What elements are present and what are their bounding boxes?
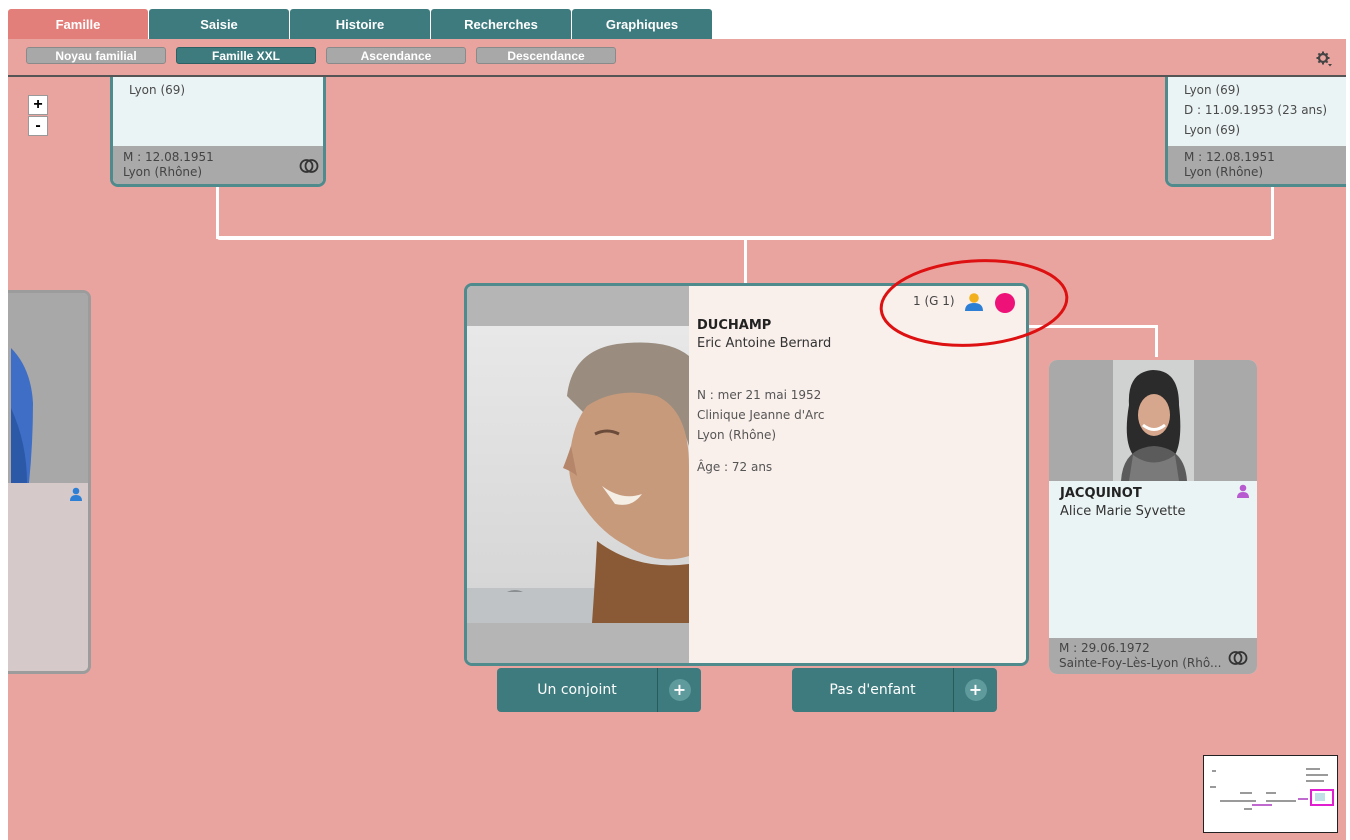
main-person-birth: N : mer 21 mai 1952 (697, 388, 822, 402)
main-person-birth-place-2: Lyon (Rhône) (697, 428, 777, 442)
father-marriage-place: Lyon (Rhône) (123, 165, 203, 179)
mother-marriage-place: Lyon (Rhône) (1184, 165, 1264, 179)
connector-line (216, 185, 219, 239)
father-card[interactable]: Lyon (69) M : 12.08.1951 Lyon (Rhône) (110, 77, 326, 187)
zoom-out-button[interactable]: - (28, 116, 48, 136)
mother-marriage-footer: M : 12.08.1951 Lyon (Rhône) (1168, 146, 1346, 184)
sub-tab-bar: Noyau familial Famille XXL Ascendance De… (8, 39, 1346, 77)
subtab-famille-xxl[interactable]: Famille XXL (176, 47, 316, 64)
main-person-birth-place-1: Clinique Jeanne d'Arc (697, 408, 825, 422)
tab-graphiques[interactable]: Graphiques (572, 9, 712, 39)
male-person-icon (70, 487, 82, 501)
main-person-photo (467, 326, 689, 623)
female-person-icon (1237, 484, 1249, 498)
spouse-given-names: Alice Marie Syvette (1060, 504, 1186, 519)
spouse-marriage-date: M : 29.06.1972 (1059, 641, 1150, 655)
mother-death-place: Lyon (69) (1184, 123, 1241, 137)
add-spouse-label: Un conjoint (537, 682, 617, 698)
gear-icon[interactable] (1316, 51, 1332, 67)
subtab-ascendance[interactable]: Ascendance (326, 47, 466, 64)
spouse-marriage-place: Sainte-Foy-Lès-Lyon (Rhô... (1059, 656, 1222, 670)
add-child-label: Pas d'enfant (829, 682, 916, 698)
tab-histoire[interactable]: Histoire (290, 9, 430, 39)
tab-saisie[interactable]: Saisie (149, 9, 289, 39)
ring-icon[interactable] (298, 155, 320, 177)
plus-icon: + (668, 679, 691, 701)
main-tab-bar: Famille Saisie Histoire Recherches Graph… (0, 0, 1350, 39)
mother-card[interactable]: Lyon (69) D : 11.09.1953 (23 ans) Lyon (… (1165, 77, 1346, 187)
subtab-noyau-familial[interactable]: Noyau familial (26, 47, 166, 64)
family-tree-canvas[interactable]: + - Lyon (69) M : 12.08.1951 Lyon (Rhône… (8, 77, 1346, 840)
spouse-photo-area (1049, 360, 1257, 481)
mother-place: Lyon (69) (1184, 83, 1241, 97)
spouse-card[interactable]: JACQUINOT Alice Marie Syvette M : 29.06.… (1049, 360, 1257, 674)
father-marriage-footer: M : 12.08.1951 Lyon (Rhône) (113, 146, 323, 184)
add-child-button[interactable]: Pas d'enfant + (792, 668, 997, 712)
connector-line (1271, 185, 1274, 239)
father-marriage-date: M : 12.08.1951 (123, 150, 214, 164)
subtab-descendance[interactable]: Descendance (476, 47, 616, 64)
mother-death: D : 11.09.1953 (23 ans) (1184, 103, 1328, 117)
main-person-age: Âge : 72 ans (697, 460, 773, 474)
spouse-photo (1113, 360, 1194, 481)
annotation-ellipse (879, 259, 1069, 347)
sibling-card[interactable] (8, 290, 91, 674)
spouse-marriage-footer: M : 29.06.1972 Sainte-Foy-Lès-Lyon (Rhô.… (1049, 638, 1257, 674)
plus-icon: + (964, 679, 987, 701)
spouse-surname: JACQUINOT (1060, 486, 1142, 501)
add-spouse-plus[interactable]: + (657, 668, 701, 712)
sibling-photo (8, 293, 88, 483)
connector-line (744, 239, 747, 285)
add-child-plus[interactable]: + (953, 668, 997, 712)
ring-icon[interactable] (1227, 647, 1249, 669)
sibling-photo-image (11, 348, 33, 483)
connector-line (1155, 325, 1158, 357)
main-person-photo-area (467, 286, 689, 663)
tab-famille[interactable]: Famille (8, 9, 148, 39)
tab-recherches[interactable]: Recherches (431, 9, 571, 39)
minimap[interactable] (1203, 755, 1338, 833)
add-spouse-button[interactable]: Un conjoint + (497, 668, 701, 712)
mother-marriage-date: M : 12.08.1951 (1184, 150, 1275, 164)
father-place: Lyon (69) (129, 83, 186, 97)
zoom-in-button[interactable]: + (28, 95, 48, 115)
